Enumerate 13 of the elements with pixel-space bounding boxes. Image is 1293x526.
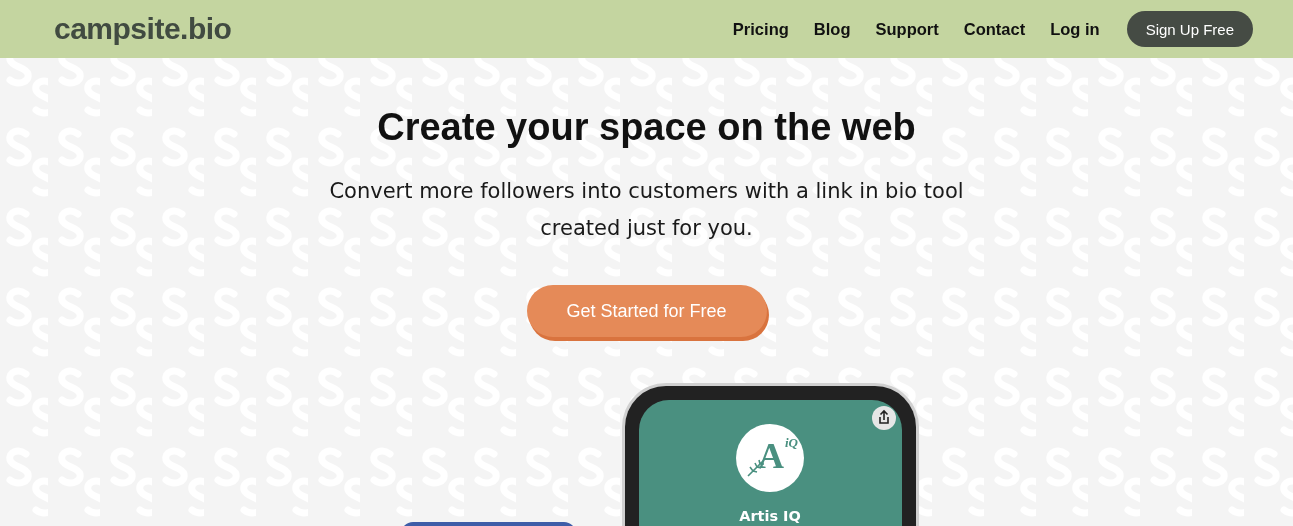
nav-link[interactable]: Blog: [813, 19, 851, 39]
logo[interactable]: campsite.bio: [54, 12, 232, 46]
nav-link[interactable]: Log in: [1050, 19, 1100, 39]
logo-letter: A: [758, 438, 784, 474]
signup-button[interactable]: Sign Up Free: [1126, 11, 1253, 47]
nav-link[interactable]: Pricing: [732, 19, 789, 39]
profile-name: Artis IQ: [739, 508, 801, 524]
logo-sub: iQ: [785, 436, 798, 450]
share-icon[interactable]: [871, 406, 896, 430]
nav-link[interactable]: Support: [875, 19, 939, 39]
nav-link[interactable]: Contact: [963, 19, 1026, 39]
hero-title: Create your space on the web: [377, 106, 916, 149]
hero-subtitle: Convert more followers into customers with a link in bio tool created just for you.: [328, 178, 965, 242]
